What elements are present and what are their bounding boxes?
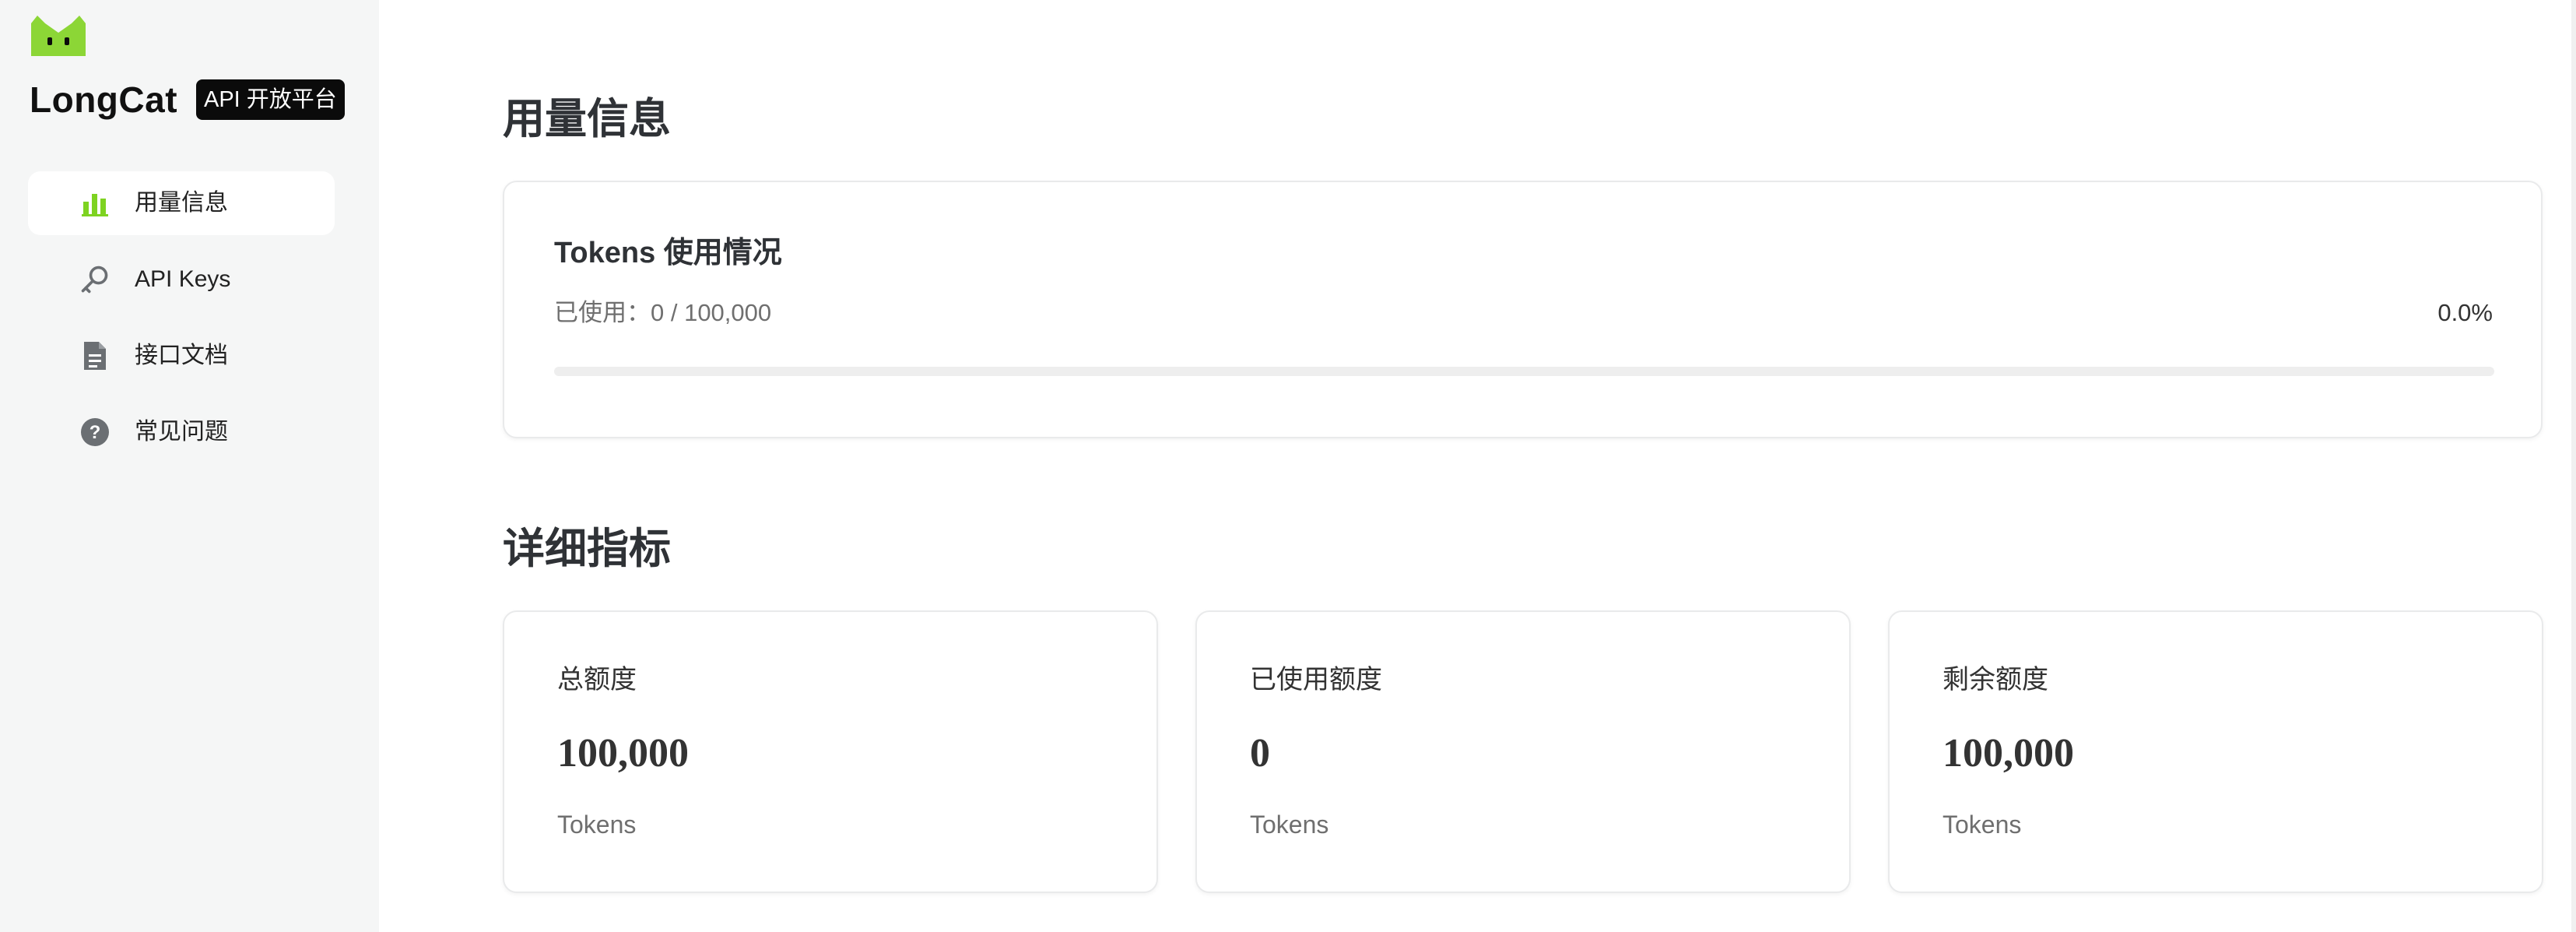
metric-label: 总额度 <box>557 664 637 695</box>
sidebar-item-label: 接口文档 <box>135 343 228 368</box>
usage-card-title: Tokens 使用情况 <box>554 237 782 269</box>
usage-progress-bar <box>554 367 2494 376</box>
sidebar-item-label: API Keys <box>135 266 231 292</box>
app-window: LongCat API 开放平台 用量信息 API Keys 接口文档 ? 常见… <box>0 0 2576 932</box>
metric-unit: Tokens <box>1250 811 1329 839</box>
usage-card: Tokens 使用情况 已使用：0 / 100,000 0.0% <box>503 181 2543 438</box>
metric-card-used: 已使用额度 0 Tokens <box>1195 610 1851 893</box>
usage-used-text: 已使用：0 / 100,000 <box>554 299 772 326</box>
main-content: 用量信息 Tokens 使用情况 已使用：0 / 100,000 0.0% 详细… <box>379 0 2576 932</box>
sidebar-item-api-keys[interactable]: API Keys <box>28 248 335 311</box>
sidebar-item-usage[interactable]: 用量信息 <box>28 171 335 235</box>
brand-badge: API 开放平台 <box>196 79 345 120</box>
metric-card-remaining: 剩余额度 100,000 Tokens <box>1888 610 2543 893</box>
sidebar-nav: 用量信息 API Keys 接口文档 ? 常见问题 <box>28 171 335 477</box>
sidebar-item-docs[interactable]: 接口文档 <box>28 324 335 388</box>
sidebar-item-label: 用量信息 <box>135 190 228 216</box>
metric-unit: Tokens <box>1943 811 2022 839</box>
sidebar-item-label: 常见问题 <box>135 419 228 445</box>
metric-card-total: 总额度 100,000 Tokens <box>503 610 1158 893</box>
question-circle-icon: ? <box>79 417 111 448</box>
usage-percent: 0.0% <box>2437 299 2493 326</box>
sidebar-item-faq[interactable]: ? 常见问题 <box>28 400 335 464</box>
metric-value: 100,000 <box>1943 731 2074 775</box>
brand-name: LongCat <box>30 79 178 120</box>
sidebar: LongCat API 开放平台 用量信息 API Keys 接口文档 ? 常见… <box>0 0 379 932</box>
document-icon <box>79 340 111 371</box>
details-section-title: 详细指标 <box>503 526 671 572</box>
key-icon <box>79 264 111 295</box>
metric-value: 100,000 <box>557 731 689 775</box>
bar-chart-icon <box>79 188 111 219</box>
metric-label: 剩余额度 <box>1943 664 2048 695</box>
usage-section-title: 用量信息 <box>503 96 671 142</box>
metric-unit: Tokens <box>557 811 637 839</box>
metric-label: 已使用额度 <box>1250 664 1382 695</box>
scrollbar[interactable] <box>2571 0 2576 932</box>
longcat-logo-icon[interactable] <box>26 14 90 58</box>
metric-value: 0 <box>1250 731 1270 775</box>
svg-text:?: ? <box>89 422 101 443</box>
